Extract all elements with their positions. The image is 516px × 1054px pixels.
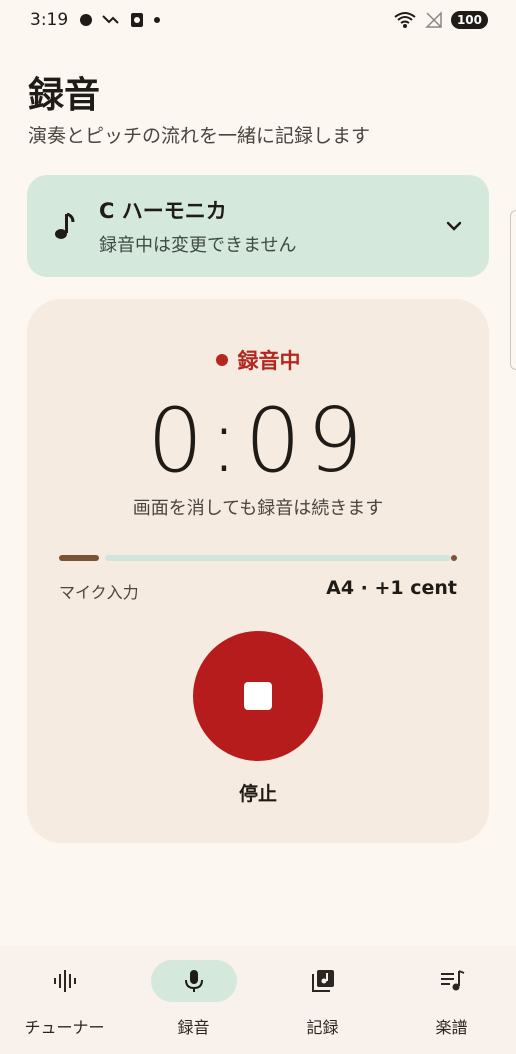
playlist-music-icon <box>440 970 464 991</box>
recording-status: 録音中 <box>27 345 489 375</box>
input-level-track <box>105 555 451 561</box>
no-signal-icon <box>425 11 442 28</box>
recording-status-label: 録音中 <box>237 349 301 373</box>
bottom-navigation: チューナー 録音 記録 楽譜 <box>0 946 516 1054</box>
instrument-selector[interactable]: C ハーモニカ 録音中は変更できません <box>27 175 489 277</box>
stop-button[interactable] <box>193 631 323 761</box>
page-title: 録音 <box>28 75 101 116</box>
notification-dot-icon <box>80 14 93 26</box>
nav-item-score[interactable]: 楽譜 <box>387 946 516 1054</box>
recording-hint: 画面を消しても録音は続きます <box>132 498 384 519</box>
pitch-readout: A4 · +1 cent <box>326 577 457 599</box>
instrument-name: C ハーモニカ <box>99 199 227 223</box>
recording-timer: 0:09 <box>147 389 369 492</box>
nav-label-tuner: チューナー <box>24 1018 105 1037</box>
nav-item-tuner[interactable]: チューナー <box>0 946 129 1054</box>
nav-label-record: 録音 <box>177 1018 210 1037</box>
status-time: 3:19 <box>30 10 69 30</box>
microphone-icon <box>184 970 203 992</box>
waveform-icon <box>53 970 76 992</box>
instrument-locked-note: 録音中は変更できません <box>99 235 297 256</box>
more-notifications-icon <box>154 17 161 23</box>
mic-input-label: マイク入力 <box>59 583 139 602</box>
nav-label-score: 楽譜 <box>435 1018 468 1037</box>
chevron-down-icon[interactable] <box>443 215 465 237</box>
stop-label: 停止 <box>238 783 277 805</box>
nav-item-history[interactable]: 記録 <box>258 946 387 1054</box>
app-notification-icon <box>131 13 144 27</box>
status-bar: 3:19 100 <box>0 0 516 40</box>
missed-call-icon <box>102 15 119 24</box>
nav-item-record[interactable]: 録音 <box>129 946 258 1054</box>
nav-label-history: 記録 <box>306 1018 339 1037</box>
music-note-icon <box>55 212 75 239</box>
battery-indicator: 100 <box>450 11 488 29</box>
stop-icon <box>244 682 272 710</box>
input-level-fill <box>59 555 99 561</box>
page-subtitle: 演奏とピッチの流れを一緒に記録します <box>28 125 371 147</box>
recording-panel: 録音中 0:09 画面を消しても録音は続きます マイク入力 A4 · +1 ce… <box>27 299 489 843</box>
input-level-end-dot <box>451 555 457 561</box>
music-library-icon <box>311 970 334 992</box>
wifi-icon <box>394 12 416 28</box>
input-level-meter <box>59 555 457 561</box>
recording-dot-icon <box>215 354 228 366</box>
edge-handle <box>510 210 516 370</box>
